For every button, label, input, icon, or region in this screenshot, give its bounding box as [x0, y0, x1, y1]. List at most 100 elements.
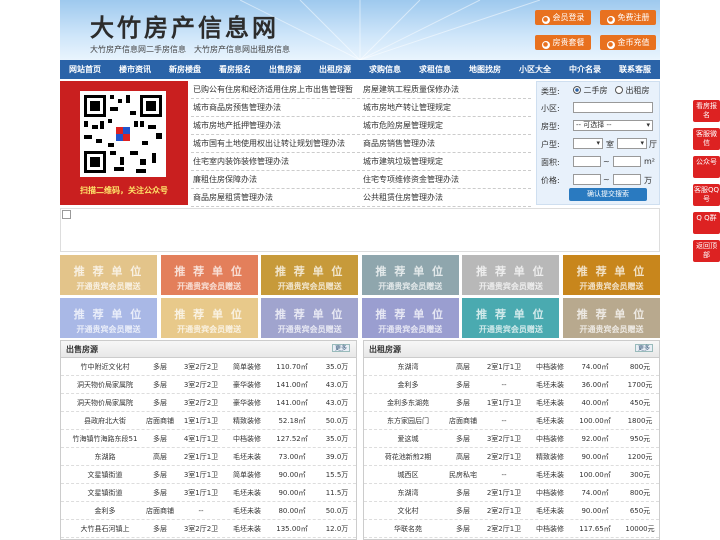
table-row[interactable]: 洞天物价局家属院 多层 3室2厅2卫 豪华装修 141.00㎡ 43.0万: [61, 394, 356, 412]
register-button[interactable]: ● 免费注册: [600, 10, 656, 25]
community-name[interactable]: 东湖路: [65, 448, 145, 466]
promo-slot[interactable]: 推 荐 单 位开通贵宾会员赠送: [60, 255, 157, 295]
table-row[interactable]: 文星镇街道 多层 3室1厅1卫 简单装修 90.00㎡ 15.5万: [61, 466, 356, 484]
nav-viewing[interactable]: 看房报名: [210, 60, 260, 79]
policy-link[interactable]: 廉租住房保障办法: [191, 171, 361, 188]
nav-rent-wanted[interactable]: 求租信息: [410, 60, 460, 79]
nav-home[interactable]: 网站首页: [60, 60, 110, 79]
policy-link[interactable]: 商品房屋租赁管理办法: [191, 189, 361, 206]
table-row[interactable]: 东湖路 高层 2室1厅1卫 毛坯未装 73.00㎡ 39.0万: [61, 448, 356, 466]
community-name[interactable]: 县政府北大街: [65, 412, 145, 430]
area-max-input[interactable]: [613, 156, 641, 167]
housetype-select[interactable]: -- 可选择 -- ▾: [573, 120, 653, 131]
site-logo[interactable]: 大竹房产信息网: [90, 8, 279, 43]
table-row[interactable]: 爱这城 多层 3室2厅1卫 中档装修 92.00㎡ 950元: [364, 430, 659, 448]
community-name[interactable]: 文化村: [368, 502, 448, 520]
community-name[interactable]: 东方家园后门: [368, 412, 448, 430]
community-name[interactable]: 金利多: [65, 502, 145, 520]
table-row[interactable]: 东湖湾 高层 2室1厅1卫 中档装修 74.00㎡ 800元: [364, 358, 659, 376]
side-qq[interactable]: 客服QQ号: [693, 184, 720, 206]
community-name[interactable]: 竹海镇竹海路东段51: [65, 430, 145, 448]
table-row[interactable]: 华联名苑 多层 2室2厅1卫 中档装修 117.65㎡ 10000元: [364, 520, 659, 538]
package-button[interactable]: ● 房贵套餐: [535, 35, 591, 50]
price-min-input[interactable]: [573, 174, 601, 185]
policy-link[interactable]: 住宅室内装饰装修管理办法: [191, 153, 361, 170]
table-row[interactable]: 金利多 多层 -- 毛坯未装 36.00㎡ 1700元: [364, 376, 659, 394]
community-name[interactable]: 文星镇街道: [65, 484, 145, 502]
side-qq-group[interactable]: Q Q群: [693, 212, 720, 234]
policy-link[interactable]: 城市国有土地使用权出让转让规划管理办法: [191, 135, 361, 152]
table-row[interactable]: 金利多东湖苑 多层 1室1厅1卫 毛坯未装 40.00㎡ 450元: [364, 394, 659, 412]
login-button[interactable]: ● 会员登录: [535, 10, 591, 25]
promo-slot[interactable]: 推 荐 单 位开通贵宾会员赠送: [462, 255, 560, 295]
community-name[interactable]: 东湖湾: [368, 484, 448, 502]
promo-slot[interactable]: 推 荐 单 位开通贵宾会员赠送: [361, 255, 459, 295]
community-name[interactable]: 城西区: [368, 466, 448, 484]
table-row[interactable]: 洞天物价局家属院 多层 3室2厅2卫 豪华装修 141.00㎡ 43.0万: [61, 376, 356, 394]
nav-sale[interactable]: 出售房源: [260, 60, 310, 79]
search-submit-button[interactable]: 确认提交搜索: [569, 188, 647, 201]
policy-link[interactable]: 城市房地产抵押管理办法: [191, 117, 361, 134]
policy-link[interactable]: 住宅专项维修资金管理办法: [361, 171, 531, 188]
community-name[interactable]: 荷花池新煎2期: [368, 448, 448, 466]
recharge-button[interactable]: ● 金币充值: [600, 35, 656, 50]
table-row[interactable]: 大竹县石河镇上 多层 3室2厅2卫 毛坯未装 135.00㎡ 12.0万: [61, 520, 356, 538]
community-name[interactable]: 洞天物价局家属院: [65, 394, 145, 412]
promo-slot[interactable]: 推 荐 单 位开通贵宾会员赠送: [60, 298, 157, 338]
community-name[interactable]: 华联名苑: [368, 520, 448, 538]
halls-select[interactable]: ▾: [617, 138, 647, 149]
policy-link[interactable]: 房屋建筑工程质量保修办法: [361, 81, 531, 98]
policy-link[interactable]: 商品房销售管理办法: [361, 135, 531, 152]
nav-communities[interactable]: 小区大全: [510, 60, 560, 79]
policy-link[interactable]: 公共租赁住房管理办法: [361, 189, 531, 206]
table-row[interactable]: 城西区 民房私宅 -- 毛坯未装 100.00㎡ 300元: [364, 466, 659, 484]
nav-news[interactable]: 楼市资讯: [110, 60, 160, 79]
community-name[interactable]: 文星镇街道: [65, 466, 145, 484]
policy-link[interactable]: 城市危险房屋管理规定: [361, 117, 531, 134]
side-viewing-signup[interactable]: 看房报名: [693, 100, 720, 122]
community-name[interactable]: 东湖湾: [368, 358, 448, 376]
community-name[interactable]: 金利多: [368, 376, 448, 394]
promo-slot[interactable]: 推 荐 单 位开通贵宾会员赠送: [361, 298, 459, 338]
community-name[interactable]: 大竹县石河镇上: [65, 520, 145, 538]
table-row[interactable]: 文星镇街道 多层 3室1厅1卫 毛坯未装 90.00㎡ 11.5万: [61, 484, 356, 502]
community-name[interactable]: 金利多东湖苑: [368, 394, 448, 412]
nav-agents[interactable]: 中介名录: [560, 60, 610, 79]
community-name[interactable]: 竹中附近文化村: [65, 358, 145, 376]
policy-link[interactable]: 已购公有住房和经济适用住房上市出售管理暂: [191, 81, 361, 98]
nav-contact[interactable]: 联系客服: [610, 60, 660, 79]
table-row[interactable]: 荷花池新煎2期 高层 2室2厅1卫 精致装修 90.00㎡ 1200元: [364, 448, 659, 466]
nav-map[interactable]: 地图找房: [460, 60, 510, 79]
area-min-input[interactable]: [573, 156, 601, 167]
nav-buy-wanted[interactable]: 求购信息: [360, 60, 410, 79]
promo-slot[interactable]: 推 荐 单 位开通贵宾会员赠送: [563, 298, 660, 338]
promo-slot[interactable]: 推 荐 单 位开通贵宾会员赠送: [462, 298, 560, 338]
nav-rent[interactable]: 出租房源: [310, 60, 360, 79]
policy-link[interactable]: 城市商品房预售管理办法: [191, 99, 361, 116]
promo-slot[interactable]: 推 荐 单 位开通贵宾会员赠送: [261, 298, 359, 338]
radio-rent[interactable]: 出租房: [615, 85, 650, 96]
promo-slot[interactable]: 推 荐 单 位开通贵宾会员赠送: [563, 255, 660, 295]
community-name[interactable]: 爱这城: [368, 430, 448, 448]
side-official-account[interactable]: 公众号: [693, 156, 720, 178]
rooms-select[interactable]: ▾: [573, 138, 603, 149]
table-row[interactable]: 县政府北大街 店面商铺 1室1厅1卫 精致装修 52.18㎡ 50.0万: [61, 412, 356, 430]
promo-slot[interactable]: 推 荐 单 位开通贵宾会员赠送: [261, 255, 359, 295]
nav-new-homes[interactable]: 新房楼盘: [160, 60, 210, 79]
table-row[interactable]: 竹中附近文化村 多层 3室2厅2卫 简单装修 110.70㎡ 35.0万: [61, 358, 356, 376]
policy-link[interactable]: 城市建筑垃圾管理规定: [361, 153, 531, 170]
table-row[interactable]: 竹海镇竹海路东段51 多层 4室1厅1卫 中档装修 127.52㎡ 35.0万: [61, 430, 356, 448]
table-row[interactable]: 文化村 多层 2室2厅1卫 毛坯未装 90.00㎡ 650元: [364, 502, 659, 520]
banner-image[interactable]: [60, 208, 660, 252]
promo-slot[interactable]: 推 荐 单 位开通贵宾会员赠送: [160, 298, 258, 338]
promo-slot[interactable]: 推 荐 单 位开通贵宾会员赠送: [160, 255, 258, 295]
side-back-to-top[interactable]: 返回顶部: [693, 240, 720, 262]
table-row[interactable]: 东湖湾 多层 2室1厅1卫 中档装修 74.00㎡ 800元: [364, 484, 659, 502]
community-name[interactable]: 洞天物价局家属院: [65, 376, 145, 394]
community-input[interactable]: [573, 102, 653, 113]
table-row[interactable]: 金利多 店面商铺 -- 毛坯未装 80.00㎡ 50.0万: [61, 502, 356, 520]
side-wechat[interactable]: 客服微信: [693, 128, 720, 150]
sale-more-button[interactable]: 更多: [332, 344, 350, 352]
radio-sale[interactable]: 二手房: [573, 85, 608, 96]
rent-more-button[interactable]: 更多: [635, 344, 653, 352]
